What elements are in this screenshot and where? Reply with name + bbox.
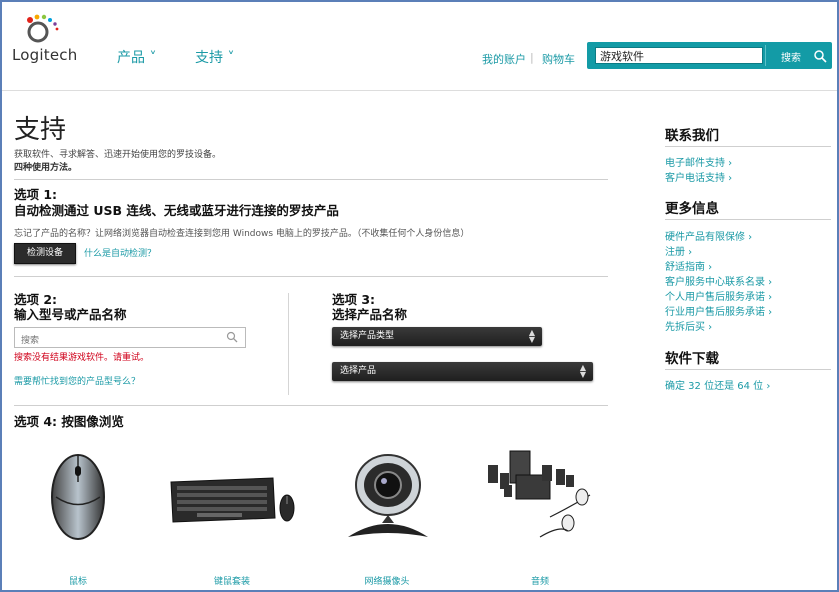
intro-text: 获取软件、寻求解答、迅速开始使用您的罗技设备。 <box>14 150 222 160</box>
sidebar-link-unpack-first[interactable]: 先拆后买 › <box>665 318 712 333</box>
select-arrows-icon: ▲ ▼ <box>579 363 586 379</box>
option3-title: 选择产品名称 <box>332 307 408 322</box>
what-is-autodetect-link[interactable]: 什么是自动检测？ <box>84 246 156 259</box>
logo-text: Logitech <box>12 46 78 64</box>
product-type-select[interactable]: 选择产品类型 ▲ ▼ <box>332 327 542 346</box>
product-select[interactable]: 选择产品 ▲ ▼ <box>332 362 593 381</box>
sidebar-link-personal-service[interactable]: 个人用户售后服务承诺 › <box>665 288 772 303</box>
sidebar-software-title: 软件下载 <box>665 351 719 367</box>
option4-label: 选项 4: 按图像浏览 <box>14 414 124 429</box>
page-frame: Logitech 产品 ˅ 支持 ˅ 我的账户 | 购物车 搜索 支持 获取软件… <box>0 0 839 592</box>
logitech-logo-icon[interactable] <box>20 12 60 48</box>
cart-link[interactable]: 购物车 <box>542 51 575 67</box>
sidebar-link-32-or-64-bit[interactable]: 确定 32 位还是 64 位 › <box>665 377 770 392</box>
sidebar-divider <box>665 146 831 147</box>
search-icon[interactable] <box>813 49 827 63</box>
product-label-webcam[interactable]: 网络摄像头 <box>337 574 437 587</box>
divider-2 <box>14 276 608 277</box>
header-search-button[interactable]: 搜索 <box>781 49 801 64</box>
search-divider <box>765 45 766 66</box>
sidebar-divider <box>665 219 831 220</box>
my-account-link[interactable]: 我的账户 <box>482 51 526 67</box>
find-model-help-link[interactable]: 需要帮忙找到您的产品型号么？ <box>14 374 140 387</box>
mouse-product-image[interactable] <box>42 442 114 542</box>
option3-label: 选项 3: <box>332 292 376 307</box>
detect-device-button[interactable]: 检测设备 <box>14 243 76 264</box>
product-type-select-value: 选择产品类型 <box>340 331 395 341</box>
nav-products[interactable]: 产品 ˅ <box>117 47 156 67</box>
sidebar-link-comfort-guide[interactable]: 舒适指南 › <box>665 258 712 273</box>
sidebar-link-email-support[interactable]: 电子邮件支持 › <box>665 154 732 169</box>
sidebar-link-service-center[interactable]: 客户服务中心联系名录 › <box>665 273 772 288</box>
divider-3 <box>14 405 608 406</box>
header-separator: | <box>530 51 534 64</box>
header-search-bar: 搜索 <box>587 42 832 69</box>
sidebar-divider <box>665 369 831 370</box>
sidebar-more-title: 更多信息 <box>665 201 719 217</box>
option1-title: 自动检测通过 USB 连线、无线或蓝牙进行连接的罗技产品 <box>14 203 339 218</box>
product-label-mouse[interactable]: 鼠标 <box>28 574 128 587</box>
nav-support[interactable]: 支持 ˅ <box>195 47 234 67</box>
sidebar-link-business-service[interactable]: 行业用户售后服务承诺 › <box>665 303 772 318</box>
header-divider <box>2 90 837 91</box>
option1-label: 选项 1: <box>14 187 58 202</box>
product-select-value: 选择产品 <box>340 366 377 376</box>
product-label-keyboard-combo[interactable]: 键鼠套装 <box>182 574 282 587</box>
search-icon[interactable] <box>226 331 238 343</box>
header-search-input[interactable] <box>595 47 763 64</box>
sidebar-link-phone-support[interactable]: 客户电话支持 › <box>665 169 732 184</box>
option2-title: 输入型号或产品名称 <box>14 307 127 322</box>
options-vertical-divider <box>288 293 289 395</box>
select-arrows-icon: ▲ ▼ <box>528 328 535 344</box>
product-label-audio[interactable]: 音频 <box>490 574 590 587</box>
sidebar-contact-title: 联系我们 <box>665 128 719 144</box>
sidebar-link-warranty[interactable]: 硬件产品有限保修 › <box>665 228 752 243</box>
webcam-product-image[interactable] <box>342 447 434 542</box>
four-ways-text: 四种使用方法。 <box>14 163 78 173</box>
model-search-input[interactable] <box>15 332 227 350</box>
audio-product-image[interactable] <box>480 447 598 542</box>
option1-desc: 忘记了产品的名称？让网络浏览器自动检查连接到您用 Windows 电脑上的罗技产… <box>14 229 470 239</box>
model-search-box <box>14 327 246 350</box>
option2-label: 选项 2: <box>14 292 58 307</box>
divider-1 <box>14 179 608 180</box>
page-title: 支持 <box>14 115 67 145</box>
sidebar-link-register[interactable]: 注册 › <box>665 243 692 258</box>
search-error-message: 搜索没有结果游戏软件。请重试。 <box>14 353 150 363</box>
keyboard-combo-product-image[interactable] <box>167 472 297 528</box>
